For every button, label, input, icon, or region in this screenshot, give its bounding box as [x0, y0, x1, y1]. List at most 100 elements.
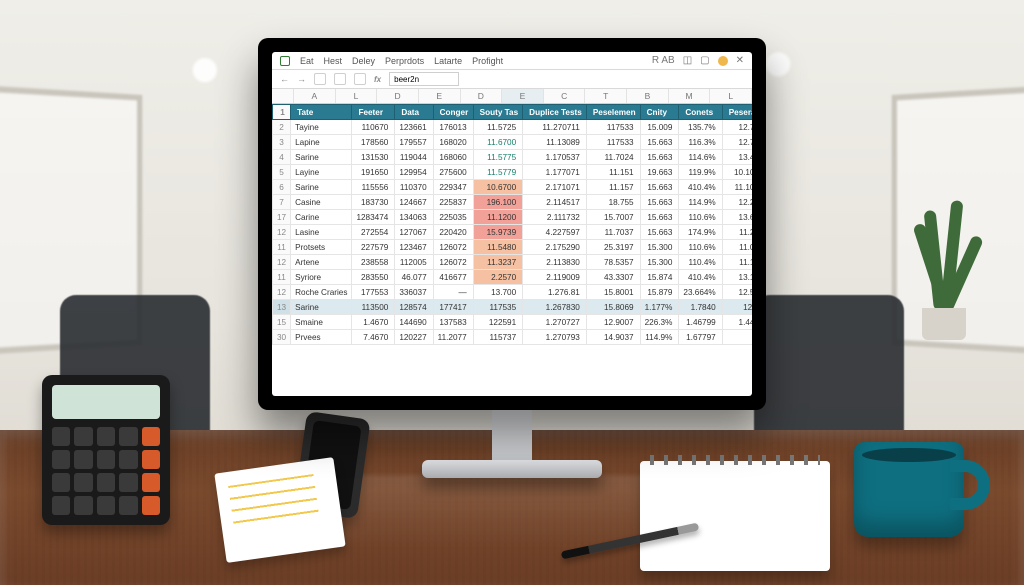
cell[interactable]: 11.2630	[722, 225, 752, 240]
row-number[interactable]: 7	[273, 195, 291, 210]
cell[interactable]: 11.13089	[523, 135, 587, 150]
cell[interactable]: 126072	[433, 255, 473, 270]
cell[interactable]: 225035	[433, 210, 473, 225]
table-row[interactable]: 7Casine183730124667225837196.1002.114517…	[273, 195, 753, 210]
table-row[interactable]: 12Roche Craries177553336037—13.7001.276.…	[273, 285, 753, 300]
cell[interactable]: 272554	[352, 225, 395, 240]
cell[interactable]: 11.1200	[473, 210, 523, 225]
cell[interactable]: 110.6%	[679, 240, 722, 255]
cell[interactable]: 178560	[352, 135, 395, 150]
cell[interactable]: 1.46799	[679, 315, 722, 330]
row-number[interactable]: 4	[273, 150, 291, 165]
cell[interactable]: Tayine	[291, 120, 352, 135]
table-header-cell[interactable]: Conets	[679, 105, 722, 120]
cell[interactable]: 11.1645	[722, 255, 752, 270]
table-header-cell[interactable]: Cnity	[640, 105, 679, 120]
row-number[interactable]: 3	[273, 135, 291, 150]
cell[interactable]: 119.9%	[679, 165, 722, 180]
cell[interactable]: 18.755	[586, 195, 640, 210]
cell[interactable]: 114.9%	[640, 330, 679, 345]
cell[interactable]: 229347	[433, 180, 473, 195]
cell[interactable]: Lasine	[291, 225, 352, 240]
cell[interactable]: 11.5779	[473, 165, 523, 180]
cell[interactable]: 15.9739	[473, 225, 523, 240]
column-header[interactable]: C	[544, 89, 586, 103]
cell[interactable]: 176013	[433, 120, 473, 135]
cell[interactable]: 116.3%	[679, 135, 722, 150]
row-number[interactable]: 12	[273, 225, 291, 240]
cell[interactable]: 416677	[433, 270, 473, 285]
cell[interactable]: 1.270793	[523, 330, 587, 345]
cell[interactable]: 110.6%	[679, 210, 722, 225]
row-number[interactable]: 13	[273, 300, 291, 315]
column-header[interactable]: L	[710, 89, 752, 103]
cell[interactable]: 225837	[433, 195, 473, 210]
cell[interactable]: 336037	[395, 285, 433, 300]
table-row[interactable]: 4Sarine13153011904416806011.57751.170537…	[273, 150, 753, 165]
cell[interactable]: —	[722, 330, 752, 345]
cell[interactable]: 43.3307	[586, 270, 640, 285]
menu-item[interactable]: Latarte	[434, 56, 462, 66]
table-header-cell[interactable]: Feeter	[352, 105, 395, 120]
cell[interactable]: 13.6445	[722, 210, 752, 225]
cell[interactable]: 12.9007	[586, 315, 640, 330]
row-number[interactable]: 30	[273, 330, 291, 345]
cell[interactable]: 144690	[395, 315, 433, 330]
cell[interactable]: 114.6%	[679, 150, 722, 165]
cell[interactable]: 2.2570	[473, 270, 523, 285]
cell[interactable]: Smaine	[291, 315, 352, 330]
cell[interactable]: 11.0469	[722, 240, 752, 255]
cell[interactable]: 15.300	[640, 240, 679, 255]
row-number[interactable]: 17	[273, 210, 291, 225]
cell[interactable]: 1.67797	[679, 330, 722, 345]
cell[interactable]: Sarine	[291, 180, 352, 195]
cell[interactable]: 168060	[433, 150, 473, 165]
cell[interactable]: Lapine	[291, 135, 352, 150]
cell[interactable]: 14.9037	[586, 330, 640, 345]
column-header[interactable]: B	[627, 89, 669, 103]
column-header[interactable]: E	[419, 89, 461, 103]
cell[interactable]: 15.663	[640, 225, 679, 240]
row-number[interactable]: 2	[273, 120, 291, 135]
cell[interactable]: 122591	[473, 315, 523, 330]
cell[interactable]: 124667	[395, 195, 433, 210]
cell[interactable]: 15.874	[640, 270, 679, 285]
table-header-cell[interactable]: Souty Tas	[473, 105, 523, 120]
cell[interactable]: Sarine	[291, 150, 352, 165]
table-header-cell[interactable]: Tate	[291, 105, 352, 120]
table-header-cell[interactable]: Peseratios	[722, 105, 752, 120]
table-header-cell[interactable]: Peselemen	[586, 105, 640, 120]
row-number[interactable]: 11	[273, 270, 291, 285]
column-header[interactable]: L	[336, 89, 378, 103]
cell[interactable]: 12.7987	[722, 135, 752, 150]
table-row[interactable]: 3Lapine17856017955716802011.670011.13089…	[273, 135, 753, 150]
menu-item[interactable]: Deley	[352, 56, 375, 66]
cell[interactable]: 117535	[473, 300, 523, 315]
cell[interactable]: Sarine	[291, 300, 352, 315]
cell[interactable]: 1.4670	[352, 315, 395, 330]
window-minimize-icon[interactable]: ◫	[683, 55, 692, 66]
menu-item[interactable]: Profight	[472, 56, 503, 66]
cell[interactable]: 12.7199	[722, 120, 752, 135]
column-header[interactable]: A	[294, 89, 336, 103]
cell[interactable]: 2.175290	[523, 240, 587, 255]
cell[interactable]: 119044	[395, 150, 433, 165]
window-maximize-icon[interactable]: ▢	[700, 55, 709, 66]
cell[interactable]: 127067	[395, 225, 433, 240]
cell[interactable]: 114.9%	[679, 195, 722, 210]
cell[interactable]: 1283474	[352, 210, 395, 225]
cell[interactable]: 13.700	[473, 285, 523, 300]
table-header-cell[interactable]: Conger	[433, 105, 473, 120]
cell[interactable]: 10.10765	[722, 165, 752, 180]
cell[interactable]: 131530	[352, 150, 395, 165]
cell[interactable]: 11.6700	[473, 135, 523, 150]
cell[interactable]: 15.300	[640, 255, 679, 270]
cell[interactable]: 15.8001	[586, 285, 640, 300]
avatar-icon[interactable]	[718, 56, 728, 66]
cell[interactable]: 15.663	[640, 150, 679, 165]
cell[interactable]: 177417	[433, 300, 473, 315]
cell[interactable]: 2.114517	[523, 195, 587, 210]
cell[interactable]: 135.7%	[679, 120, 722, 135]
table-row[interactable]: 12Lasine27255412706722042015.97394.22759…	[273, 225, 753, 240]
cell[interactable]: 191650	[352, 165, 395, 180]
